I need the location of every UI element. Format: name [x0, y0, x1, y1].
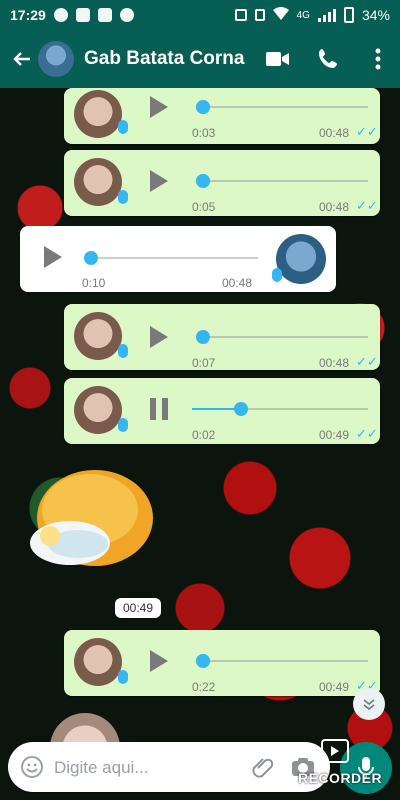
screen-cast-icon	[234, 9, 247, 21]
video-call-icon[interactable]	[266, 47, 290, 71]
audio-elapsed: 0:02	[192, 428, 216, 442]
status-time: 17:29	[10, 7, 46, 23]
audio-elapsed: 0:22	[192, 680, 216, 694]
youtube-notification-icon	[97, 8, 112, 22]
chevron-down-icon	[363, 699, 375, 711]
video-notification-icon	[75, 8, 90, 22]
emoji-icon[interactable]	[20, 755, 44, 779]
recorder-logo-icon	[321, 739, 349, 763]
read-receipt-icon: ✓✓	[356, 354, 378, 369]
play-icon[interactable]	[150, 96, 168, 118]
play-icon[interactable]	[150, 650, 168, 672]
play-icon[interactable]	[150, 326, 168, 348]
voice-message-outgoing[interactable]: 0:05 00:48 ✓✓	[64, 150, 380, 216]
audio-elapsed: 0:05	[192, 200, 216, 214]
mic-icon	[118, 120, 128, 134]
audio-progress-track[interactable]	[84, 251, 258, 265]
sender-avatar	[74, 386, 122, 434]
audio-progress-knob[interactable]	[196, 100, 210, 114]
audio-progress-knob[interactable]	[234, 402, 248, 416]
chat-area[interactable]: 0:03 00:48 ✓✓ 0:05 00:48 ✓✓ 0:10 00:48 0…	[0, 88, 400, 800]
whatsapp-notification-icon	[53, 8, 68, 22]
audio-elapsed: 0:03	[192, 126, 216, 140]
signal-icon	[317, 8, 336, 22]
sticker-time: 00:49	[115, 598, 161, 618]
contact-avatar[interactable]	[38, 41, 74, 77]
mic-icon	[118, 190, 128, 204]
wifi-icon	[272, 6, 289, 24]
audio-progress-track[interactable]	[192, 402, 368, 416]
sender-avatar	[74, 312, 122, 360]
audio-progress-track[interactable]	[196, 654, 368, 668]
sender-avatar	[74, 90, 122, 138]
attach-icon[interactable]	[250, 754, 276, 780]
pause-icon[interactable]	[150, 398, 168, 420]
voice-message-outgoing[interactable]: 0:07 00:48 ✓✓	[64, 304, 380, 370]
read-receipt-icon: ✓✓	[356, 426, 378, 441]
read-receipt-icon: ✓✓	[356, 124, 378, 139]
header-actions	[266, 47, 390, 71]
audio-progress-knob[interactable]	[84, 251, 98, 265]
message-time: 00:49	[319, 428, 350, 442]
audio-progress-track[interactable]	[196, 174, 368, 188]
contact-voice-avatar	[276, 234, 326, 284]
message-time: 00:48	[319, 200, 350, 214]
play-icon[interactable]	[44, 246, 62, 268]
recorder-watermark: RECORDER	[298, 736, 398, 786]
status-right: 4G 34%	[234, 6, 390, 24]
sender-avatar	[74, 638, 122, 686]
audio-progress-knob[interactable]	[196, 654, 210, 668]
voice-message-outgoing[interactable]: 0:02 00:49 ✓✓	[64, 378, 380, 444]
more-options-icon[interactable]	[366, 47, 390, 71]
message-input-placeholder[interactable]: Digite aqui...	[54, 758, 149, 778]
audio-progress-knob[interactable]	[196, 174, 210, 188]
message-time: 00:48	[319, 126, 350, 140]
contact-name[interactable]: Gab Batata Corna	[84, 48, 244, 70]
recorder-label: RECORDER	[298, 770, 383, 786]
voice-call-icon[interactable]	[316, 47, 340, 71]
mic-icon	[118, 418, 128, 432]
chat-header: Gab Batata Corna	[0, 30, 400, 88]
audio-progress-track[interactable]	[196, 100, 368, 114]
battery-icon	[343, 7, 354, 23]
audio-progress-knob[interactable]	[196, 330, 210, 344]
audio-elapsed: 0:07	[192, 356, 216, 370]
read-receipt-icon: ✓✓	[356, 198, 378, 213]
voice-message-incoming[interactable]: 0:10 00:48	[20, 226, 336, 292]
mic-icon	[118, 344, 128, 358]
sticker-image[interactable]	[20, 458, 160, 578]
message-time: 00:48	[222, 276, 253, 290]
battery-level: 34%	[361, 7, 390, 23]
mic-icon	[118, 670, 128, 684]
sender-avatar	[74, 158, 122, 206]
message-time: 00:48	[319, 356, 350, 370]
whatsapp-notification-icon-2	[119, 8, 134, 22]
audio-elapsed: 0:10	[82, 276, 106, 290]
mic-icon	[272, 268, 282, 282]
voice-message-outgoing[interactable]: 0:03 00:48 ✓✓	[64, 88, 380, 144]
scroll-to-bottom-button[interactable]	[353, 688, 385, 720]
vibrate-icon	[254, 9, 265, 21]
audio-progress-track[interactable]	[196, 330, 368, 344]
network-type: 4G	[296, 9, 310, 21]
status-bar: 17:29 4G 34%	[0, 0, 400, 30]
message-time: 00:49	[319, 680, 350, 694]
play-icon[interactable]	[150, 170, 168, 192]
arrow-back-icon[interactable]	[10, 47, 34, 71]
voice-message-outgoing[interactable]: 0:22 00:49 ✓✓	[64, 630, 380, 696]
message-input-bar[interactable]: Digite aqui...	[8, 742, 330, 792]
